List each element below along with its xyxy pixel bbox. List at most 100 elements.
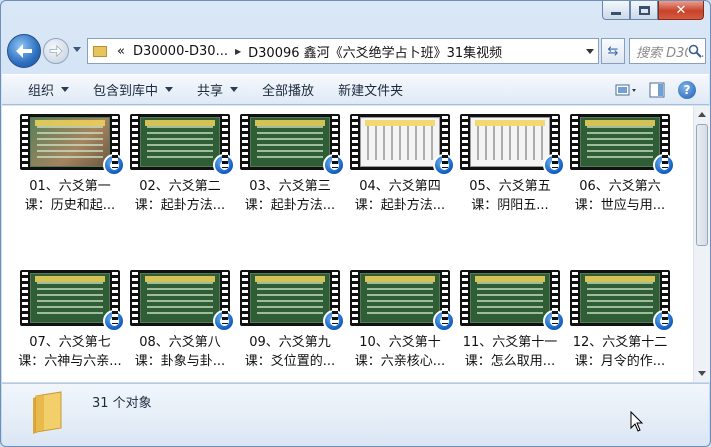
video-thumbnail [570,270,675,332]
video-thumbnail [20,270,125,332]
address-bar[interactable]: « D30000-D30... ▶ D30096 鑫河《六爻绝学占卜班》31集视… [87,38,599,64]
new-folder-button[interactable]: 新建文件夹 [326,75,415,104]
forward-button[interactable] [43,38,69,64]
video-frame [470,117,550,167]
details-pane: 31 个对象 [2,383,709,446]
address-history-dropdown[interactable] [586,49,594,54]
video-thumbnail [570,114,675,176]
view-options-button[interactable] [615,79,639,101]
media-player-icon [433,310,455,332]
share-menu[interactable]: 共享 [185,75,250,104]
minimize-button[interactable] [602,1,630,20]
file-name-line: 课：起卦方法... [354,198,446,213]
organize-menu[interactable]: 组织 [2,75,81,104]
video-frame [360,273,440,323]
help-icon: ? [678,81,696,99]
video-frame [250,117,330,167]
folder-icon [30,390,64,436]
close-icon: ✕ [675,2,687,18]
mouse-pointer-icon [630,411,644,432]
breadcrumb-separator-icon[interactable]: ▶ [232,47,244,56]
caption-buttons: ✕ [602,1,704,20]
video-frame [580,117,660,167]
file-name: 10、六爻第十 课：六亲核心... [348,333,452,371]
file-name: 08、六爻第八 课：卦象与卦... [128,333,232,371]
navigation-bar: « D30000-D30... ▶ D30096 鑫河《六爻绝学占卜班》31集视… [7,34,706,68]
scroll-up-button[interactable] [694,106,710,123]
vertical-scrollbar[interactable] [693,106,710,382]
file-name-line: 课：六亲核心... [354,354,446,369]
arrow-right-icon [49,45,63,57]
media-player-icon [103,154,125,176]
search-input[interactable]: 搜索 D30... [629,38,706,64]
file-item[interactable]: 06、六爻第六 课：世应与用... [565,114,675,270]
video-thumbnail [20,114,125,176]
breadcrumb-current[interactable]: D30096 鑫河《六爻绝学占卜班》31集视频 [244,42,506,61]
file-name-line: 课：历史和起... [24,198,116,213]
video-thumbnail [240,114,345,176]
maximize-button[interactable] [630,1,658,20]
file-item[interactable]: 11、六爻第十一 课：怎么取用... [455,270,565,382]
video-thumbnail [460,114,565,176]
file-name-line: 06、六爻第六 [579,179,661,194]
refresh-icon: ⇆ [607,43,619,59]
recent-pages-dropdown[interactable] [73,47,81,52]
file-item[interactable]: 01、六爻第一 课：历史和起... [15,114,125,270]
file-item[interactable]: 09、六爻第九 课：爻位置的... [235,270,345,382]
video-thumbnail [350,270,455,332]
arrow-left-icon [16,44,32,58]
file-name: 04、六爻第四 课：起卦方法... [348,177,452,215]
media-player-icon [433,154,455,176]
include-library-menu[interactable]: 包含到库中 [81,75,185,104]
video-thumbnail [460,270,565,332]
file-item[interactable]: 02、六爻第二 课：起卦方法... [125,114,235,270]
video-thumbnail [130,114,235,176]
file-item[interactable]: 03、六爻第三 课：起卦方法... [235,114,345,270]
file-name-line: 07、六爻第七 [29,335,111,350]
close-button[interactable]: ✕ [658,1,704,20]
scroll-down-button[interactable] [694,365,710,382]
item-count: 31 个对象 [92,396,152,411]
file-name-line: 课：起卦方法... [134,198,226,213]
file-item[interactable]: 10、六爻第十 课：六亲核心... [345,270,455,382]
media-player-icon [323,310,345,332]
file-item[interactable]: 05、六爻第五 课：阴阳五... [455,114,565,270]
file-name: 06、六爻第六 课：世应与用... [568,177,672,215]
media-player-icon [213,310,235,332]
scroll-thumb[interactable] [696,124,708,246]
file-name-line: 10、六爻第十 [359,335,441,350]
file-item[interactable]: 04、六爻第四 课：起卦方法... [345,114,455,270]
file-name: 02、六爻第二 课：起卦方法... [128,177,232,215]
file-item[interactable]: 08、六爻第八 课：卦象与卦... [125,270,235,382]
breadcrumb-parent[interactable]: D30000-D30... [129,44,232,59]
refresh-button[interactable]: ⇆ [601,38,625,64]
file-list-pane: 01、六爻第一 课：历史和起... 02、六爻第二 课：起卦方法... 03、六爻第三课… [2,106,693,382]
preview-pane-icon [649,82,665,98]
file-name-line: 课：阴阳五... [471,198,549,213]
breadcrumb-overflow[interactable]: « [113,44,129,59]
file-name-line: 04、六爻第四 [359,179,441,194]
media-player-icon [653,310,675,332]
file-item[interactable]: 07、六爻第七 课：六神与六亲... [15,270,125,382]
video-frame [250,273,330,323]
maximize-icon [638,5,650,15]
preview-pane-button[interactable] [645,79,669,101]
media-player-icon [103,310,125,332]
video-frame [140,273,220,323]
chevron-down-icon [230,87,239,92]
file-grid: 01、六爻第一 课：历史和起... 02、六爻第二 课：起卦方法... 03、六爻第三课… [15,114,675,382]
file-item[interactable]: 12、六爻第十二 课：月令的作... [565,270,675,382]
video-thumbnail [350,114,455,176]
view-icon [615,84,636,96]
chevron-down-icon [61,87,70,92]
help-button[interactable]: ? [675,79,699,101]
video-frame [30,117,110,167]
play-all-button[interactable]: 全部播放 [250,75,326,104]
video-frame [140,117,220,167]
back-button[interactable] [7,34,41,68]
file-name: 07、六爻第七 课：六神与六亲... [18,333,122,371]
file-name-line: 课：怎么取用... [464,354,556,369]
video-frame [30,273,110,323]
video-frame [470,273,550,323]
file-name: 01、六爻第一 课：历史和起... [18,177,122,215]
